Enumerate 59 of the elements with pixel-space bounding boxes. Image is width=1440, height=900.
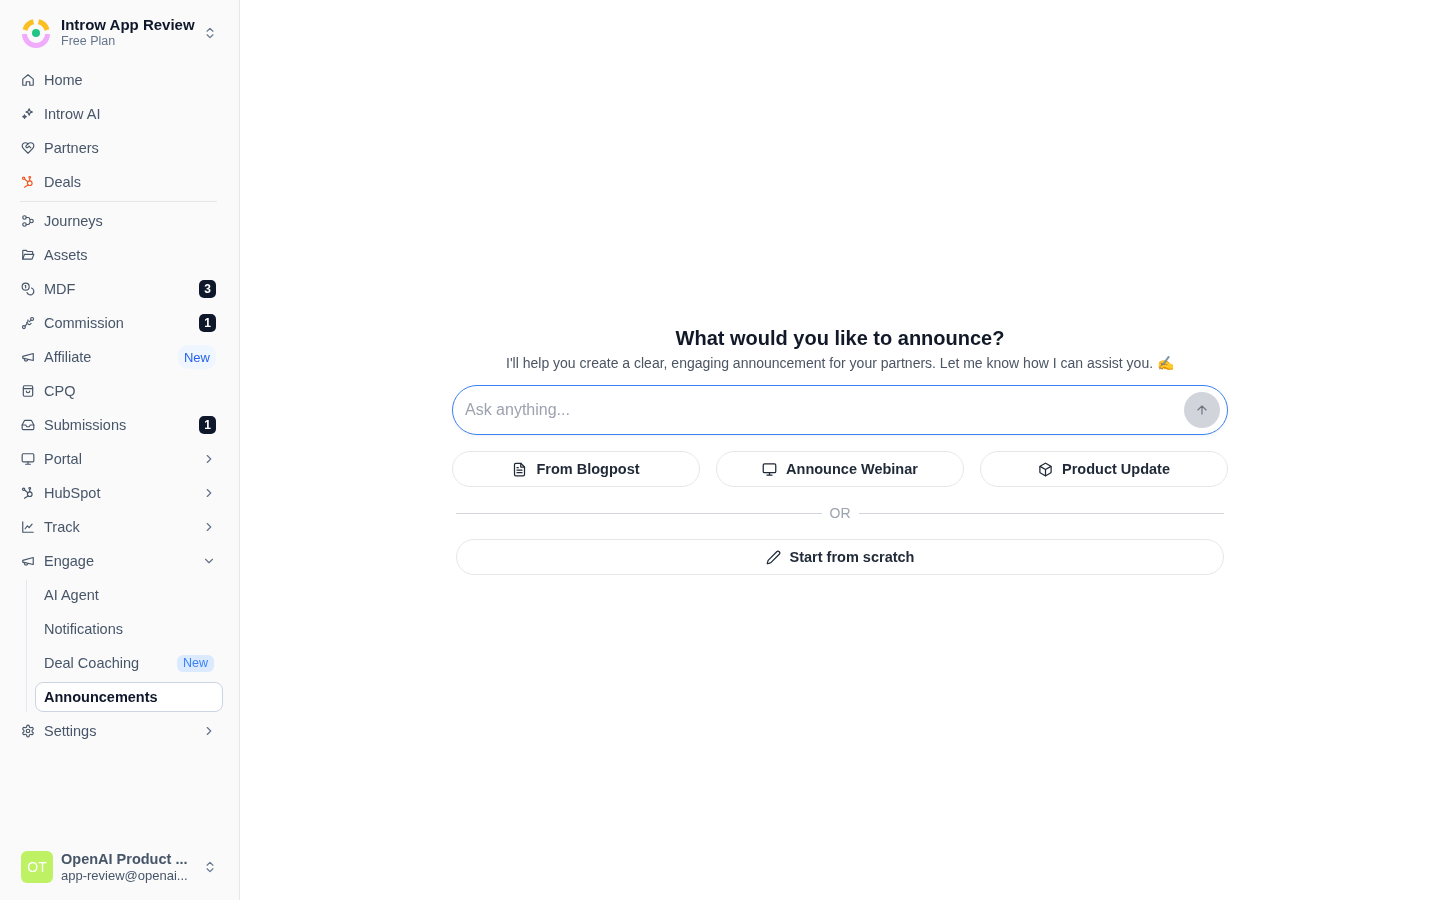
workspace-name: Introw App Review (61, 16, 194, 34)
nav-subitem[interactable]: Announcements (35, 682, 223, 712)
coins-icon (21, 282, 35, 296)
nav-item[interactable]: Engage (14, 546, 223, 576)
arrow-up-icon (1195, 403, 1209, 417)
chat-input[interactable]: Ask anything... (452, 385, 1228, 435)
monitor-icon (762, 461, 778, 477)
nav-item[interactable]: Home (14, 65, 223, 95)
nav-item[interactable]: Submissions 1 (14, 410, 223, 440)
route-icon (21, 316, 35, 330)
sparkles-icon (21, 107, 35, 121)
user-email: app-review@openai... (61, 868, 189, 884)
pencil-icon (765, 549, 781, 565)
document-icon (512, 461, 528, 477)
nav-item[interactable]: Track (14, 512, 223, 542)
quick-action-button[interactable]: Announce Webinar (716, 451, 964, 487)
monitor-icon (21, 452, 35, 466)
hub-icon (21, 175, 35, 189)
nav-item[interactable]: Portal (14, 444, 223, 474)
cube-icon (1038, 461, 1053, 477)
nav-subitem[interactable]: Notifications (35, 614, 223, 644)
nav-item[interactable]: Affiliate New (14, 342, 223, 372)
settings-icon (21, 724, 35, 738)
inbox-icon (21, 418, 35, 432)
bag-icon (21, 384, 35, 398)
hub-icon (21, 486, 35, 500)
divider-label: OR (829, 505, 851, 521)
quick-action-button[interactable]: Product Update (980, 451, 1228, 487)
nav-subitem[interactable]: Deal Coaching New (35, 648, 223, 678)
nav-item[interactable]: Settings (14, 716, 223, 746)
count-badge: 1 (199, 416, 216, 434)
nav-item[interactable]: HubSpot (14, 478, 223, 508)
page-subtitle: I'll help you create a clear, engaging announcement for your partners. Let me know how I can assist you. ✍ (506, 354, 1174, 372)
workspace-plan: Free Plan (61, 34, 117, 49)
megaphone-icon (21, 554, 35, 568)
nav-item[interactable]: CPQ (14, 376, 223, 406)
workflow-icon (21, 214, 35, 228)
megaphone-icon (21, 350, 35, 364)
nav-item[interactable]: Commission 1 (14, 308, 223, 338)
heart-icon (21, 141, 35, 155)
count-badge: 1 (199, 314, 216, 332)
new-badge: New (178, 345, 216, 369)
quick-action-button[interactable]: From Blogpost (452, 451, 700, 487)
count-badge: 3 (199, 280, 216, 298)
nav-item[interactable]: Deals (14, 167, 223, 197)
avatar: OT (21, 851, 53, 883)
nav-item[interactable]: Partners (14, 133, 223, 163)
page-title: What would you like to announce? (675, 326, 1005, 351)
folder-icon (21, 248, 35, 262)
nav-item[interactable]: Journeys (14, 206, 223, 236)
start-from-scratch-button[interactable]: Start from scratch (456, 539, 1224, 575)
nav-item[interactable]: MDF 3 (14, 274, 223, 304)
new-badge: New (177, 654, 214, 672)
user-name: OpenAI Product ... (61, 850, 189, 868)
home-icon (21, 73, 35, 87)
nav-subitem[interactable]: AI Agent (35, 580, 223, 610)
nav-item[interactable]: Assets (14, 240, 223, 270)
nav-item[interactable]: Introw AI (14, 99, 223, 129)
chart-icon (21, 520, 35, 534)
